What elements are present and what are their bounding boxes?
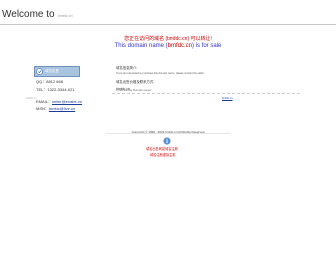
notice-cn-domain: bmfdc.cn bbox=[167, 36, 188, 42]
msn-row: MSN：bmfdc@live.cn bbox=[36, 106, 75, 112]
tag-icon bbox=[36, 68, 43, 75]
welcome-text: Welcome to bbox=[2, 9, 55, 20]
sale-banner-label: 域名出售 bbox=[45, 69, 59, 73]
domain-sale-banner[interactable]: 域名出售 bbox=[34, 66, 80, 77]
welcome-domain: bmfdc.cn bbox=[58, 14, 73, 18]
notice-cn-prefix: 您正在访问的域名 ( bbox=[124, 36, 168, 42]
notice-en-prefix: This domain name ( bbox=[114, 43, 168, 49]
seller-title: 域名出售价格及联系方式: bbox=[116, 80, 155, 84]
qq-row: QQ：8812 668 bbox=[36, 79, 63, 85]
footer-link-hosting[interactable]: 域名注册虚拟主机 bbox=[150, 152, 176, 157]
sale-notice-en: This domain name (bmfdc.cn) is for sale bbox=[0, 43, 336, 49]
email-link[interactable]: seller@enabe.cn bbox=[52, 99, 82, 104]
sale-notice-cn: 您正在访问的域名 (bmfdc.cn) 可以转让! bbox=[0, 35, 336, 42]
tel-value: 1322-3344-021 bbox=[47, 87, 75, 92]
panel-divider bbox=[112, 93, 300, 94]
tel-row: TEL：1322-3344-021 bbox=[36, 87, 74, 93]
notice-cn-suffix: ) 可以转让! bbox=[187, 36, 212, 42]
qq-value: 8812 668 bbox=[46, 79, 63, 84]
email-row: EMAIL：seller@enabe.cn bbox=[36, 99, 82, 105]
top-divider bbox=[0, 24, 336, 25]
msn-label: MSN： bbox=[36, 106, 49, 111]
notice-en-suffix: ) is for sale bbox=[192, 43, 222, 49]
notice-en-domain: bmfdc.cn bbox=[167, 43, 193, 49]
qq-label: QQ： bbox=[36, 79, 47, 84]
footer-link-register[interactable]: 域名出售网站域名注册 bbox=[146, 146, 178, 151]
info-icon bbox=[163, 137, 171, 145]
footer-domain-right[interactable]: bmfdc.cn bbox=[222, 97, 233, 100]
email-label: EMAIL： bbox=[36, 99, 53, 104]
panel-description: If you are interested to purchase this d… bbox=[116, 72, 205, 75]
welcome-heading: Welcome to bmfdc.cn bbox=[2, 9, 73, 20]
owner-message: If you are the Domain owner bbox=[116, 88, 152, 92]
msn-link[interactable]: bmfdc@live.cn bbox=[49, 106, 75, 111]
footer-domain-left: bmfdc.cn bbox=[26, 97, 37, 100]
panel-title: 域名信息简介: bbox=[116, 66, 138, 70]
tel-label: TEL： bbox=[36, 87, 48, 92]
bottom-divider bbox=[106, 133, 230, 134]
